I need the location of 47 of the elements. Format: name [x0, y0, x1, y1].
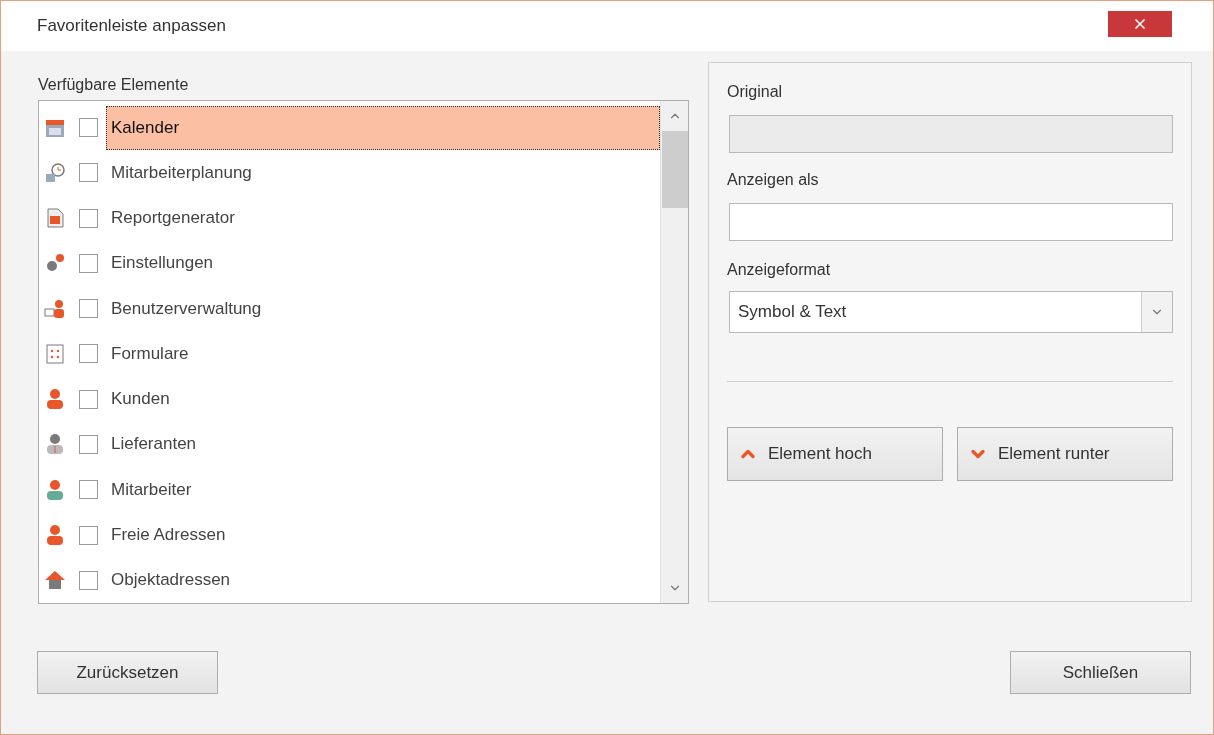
checkbox[interactable]: [79, 480, 98, 500]
list-item[interactable]: Benutzerverwaltung: [106, 286, 660, 331]
person-icon: [44, 388, 66, 411]
field-label: Anzeigeformat: [727, 261, 832, 279]
list-label: Verfügbare Elemente: [38, 76, 190, 94]
list-item[interactable]: Freie Adressen: [106, 513, 660, 557]
checkbox[interactable]: [79, 435, 98, 454]
house-icon: [44, 569, 66, 592]
checkbox[interactable]: [79, 344, 98, 364]
checkbox[interactable]: [79, 525, 98, 545]
list-item[interactable]: Formulare: [106, 331, 660, 376]
list-item[interactable]: Reportgenerator: [106, 196, 660, 241]
dropdown-value: Symbol & Text: [737, 301, 848, 323]
original-field[interactable]: [729, 115, 1173, 153]
list-item[interactable]: Objektadressen: [106, 558, 660, 603]
person-icon: [44, 433, 66, 456]
close-dialog-button[interactable]: Schließen: [1010, 651, 1191, 694]
checkbox[interactable]: [79, 253, 98, 273]
document-icon: [44, 207, 66, 230]
close-button[interactable]: [1108, 11, 1172, 37]
checkbox[interactable]: [79, 118, 98, 138]
list-item[interactable]: Mitarbeiterplanung: [106, 150, 660, 195]
checkbox[interactable]: [79, 299, 98, 319]
format-dropdown[interactable]: Symbol & Text: [729, 291, 1173, 333]
field-label: Original: [727, 83, 784, 101]
scrollbar[interactable]: [660, 101, 688, 603]
reset-button[interactable]: Zurücksetzen: [37, 651, 218, 694]
move-up-button[interactable]: Element hoch: [727, 427, 943, 481]
close-icon: [1132, 16, 1148, 32]
checkbox[interactable]: [79, 163, 98, 183]
checkbox[interactable]: [79, 570, 98, 590]
display-as-field[interactable]: [729, 203, 1173, 241]
user-computer-icon: [44, 297, 66, 320]
field-label: Anzeigen als: [727, 171, 820, 189]
list-item[interactable]: Lieferanten: [106, 422, 660, 467]
list-item[interactable]: Mitarbeiter: [106, 467, 660, 512]
form-icon: [44, 342, 66, 365]
person-icon: [44, 524, 66, 546]
window-title: Favoritenleiste anpassen: [37, 16, 226, 36]
scroll-thumb[interactable]: [661, 131, 688, 208]
move-down-button[interactable]: Element runter: [957, 427, 1173, 481]
person-icon: [44, 478, 66, 501]
list-item[interactable]: Kalender: [106, 105, 660, 150]
checkbox[interactable]: [79, 389, 98, 409]
checkbox[interactable]: [79, 208, 98, 228]
list-item[interactable]: Kunden: [106, 377, 660, 422]
list-item[interactable]: Einstellungen: [106, 241, 660, 286]
